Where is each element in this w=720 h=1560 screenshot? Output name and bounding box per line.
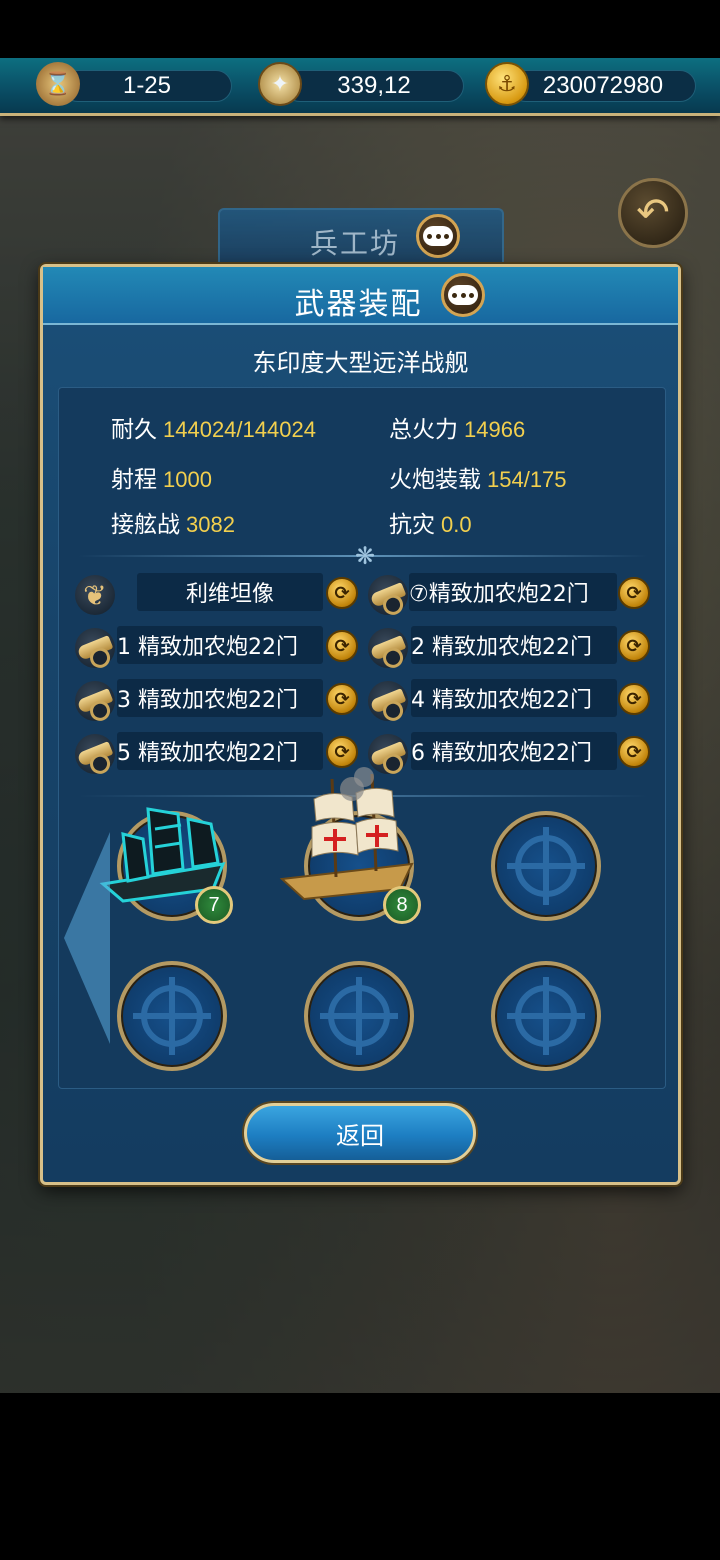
arsenal-chat-icon[interactable]	[416, 214, 460, 258]
coordinates-display: 339,12	[284, 70, 464, 102]
weapon-6-swap-button[interactable]: ⟳	[618, 736, 650, 768]
arsenal-title: 兵工坊	[310, 227, 401, 260]
weapon-slot-2[interactable]: 2 精致加农炮22门	[411, 626, 617, 664]
previous-arrow-icon[interactable]	[64, 832, 110, 1044]
ship-wheel-icon	[507, 977, 585, 1055]
weapon-equip-dialog: 武器装配 东印度大型远洋战舰 耐久 144024/144024 总火力 14966 …	[40, 264, 681, 1185]
fleet-slot-1-level: 7	[208, 893, 220, 916]
return-button[interactable]: 返回	[244, 1103, 476, 1163]
date-display: 1-25	[62, 70, 232, 102]
disaster-resist-value: 0.0	[441, 512, 472, 537]
gold-display: 230072980	[510, 70, 696, 102]
ship-name: 东印度大型远洋战舰	[252, 349, 469, 377]
boarding-label: 接舷战	[111, 512, 180, 538]
weapon-slot-7-label: ⑦精致加农炮22门	[409, 582, 589, 607]
hourglass-icon: ⌛	[36, 62, 80, 106]
boarding-stat: 接舷战 3082	[111, 505, 235, 539]
ship-wheel-icon	[133, 977, 211, 1055]
weapon-slot-3[interactable]: 3 精致加农炮22门	[117, 679, 323, 717]
cannon-icon	[75, 734, 115, 774]
durability-stat: 耐久 144024/144024	[111, 410, 316, 444]
durability-label: 耐久	[111, 417, 157, 443]
weapon-1-swap-button[interactable]: ⟳	[326, 630, 358, 662]
weapon-2-swap-button[interactable]: ⟳	[618, 630, 650, 662]
figurehead-label: 利维坦像	[185, 582, 274, 607]
cannon-icon	[368, 575, 408, 615]
firepower-stat: 总火力 14966	[389, 410, 525, 444]
range-value: 1000	[163, 467, 212, 492]
fleet-slot-4[interactable]	[117, 961, 227, 1071]
return-button-label: 返回	[336, 1121, 384, 1150]
coordinates-value: 339,12	[337, 72, 411, 99]
gold-coin-icon: ⚓	[485, 62, 529, 106]
figurehead-slot[interactable]: 利维坦像	[137, 573, 323, 611]
weapon-slot-2-label: 2 精致加农炮22门	[411, 635, 592, 660]
weapon-slot-1-label: 1 精致加农炮22门	[117, 635, 298, 660]
back-arrow-button[interactable]: ↶	[618, 178, 688, 248]
weapon-slot-6-label: 6 精致加农炮22门	[411, 741, 592, 766]
cannon-icon	[368, 681, 408, 721]
weapon-slot-4-label: 4 精致加农炮22门	[411, 688, 592, 713]
weapon-slot-3-label: 3 精致加农炮22门	[117, 688, 298, 713]
weapon-slot-1[interactable]: 1 精致加农炮22门	[117, 626, 323, 664]
top-status-bar: 1-25 339,12 230072980	[0, 58, 720, 116]
firepower-value: 14966	[464, 417, 526, 442]
disaster-resist-stat: 抗灾 0.0	[389, 505, 472, 539]
dialog-title: 武器装配	[294, 287, 423, 322]
weapon-slot-7[interactable]: ⑦精致加农炮22门	[409, 573, 617, 611]
fleet-slot-2-level-badge: 8	[383, 886, 421, 924]
figurehead-swap-button[interactable]: ⟳	[326, 577, 358, 609]
weapon-slot-6[interactable]: 6 精致加农炮22门	[411, 732, 617, 770]
bottom-bar	[0, 1393, 720, 1560]
firepower-label: 总火力	[389, 417, 458, 443]
date-value: 1-25	[122, 72, 172, 99]
cannon-icon	[368, 628, 408, 668]
weapon-7-swap-button[interactable]: ⟳	[618, 577, 650, 609]
cannon-load-value: 154/175	[487, 467, 567, 492]
ship-wheel-icon	[507, 827, 585, 905]
gold-value: 230072980	[542, 72, 664, 99]
fleet-slot-2-level: 8	[396, 893, 408, 916]
cannon-icon	[75, 681, 115, 721]
durability-value: 144024/144024	[163, 417, 316, 442]
disaster-resist-label: 抗灾	[389, 512, 435, 538]
compass-icon: ✦	[258, 62, 302, 106]
dialog-header: 武器装配	[43, 267, 678, 325]
boarding-value: 3082	[186, 512, 235, 537]
fleet-slot-3[interactable]	[491, 811, 601, 921]
dialog-chat-icon[interactable]	[441, 273, 485, 317]
weapon-slot-5-label: 5 精致加农炮22门	[117, 741, 298, 766]
cannon-load-stat: 火炮装载 154/175	[389, 460, 567, 494]
cannon-icon	[75, 628, 115, 668]
range-label: 射程	[111, 467, 157, 493]
ship-wheel-icon	[320, 977, 398, 1055]
weapon-4-swap-button[interactable]: ⟳	[618, 683, 650, 715]
weapon-slot-4[interactable]: 4 精致加农炮22门	[411, 679, 617, 717]
fleet-slot-6[interactable]	[491, 961, 601, 1071]
range-stat: 射程 1000	[111, 460, 212, 494]
cannon-load-label: 火炮装载	[389, 467, 481, 493]
fleet-slot-5[interactable]	[304, 961, 414, 1071]
figurehead-wing-icon: ❦	[75, 575, 115, 615]
fleet-slot-1-level-badge: 7	[195, 886, 233, 924]
weapon-3-swap-button[interactable]: ⟳	[326, 683, 358, 715]
divider-ornament-icon: ❋	[355, 542, 376, 570]
